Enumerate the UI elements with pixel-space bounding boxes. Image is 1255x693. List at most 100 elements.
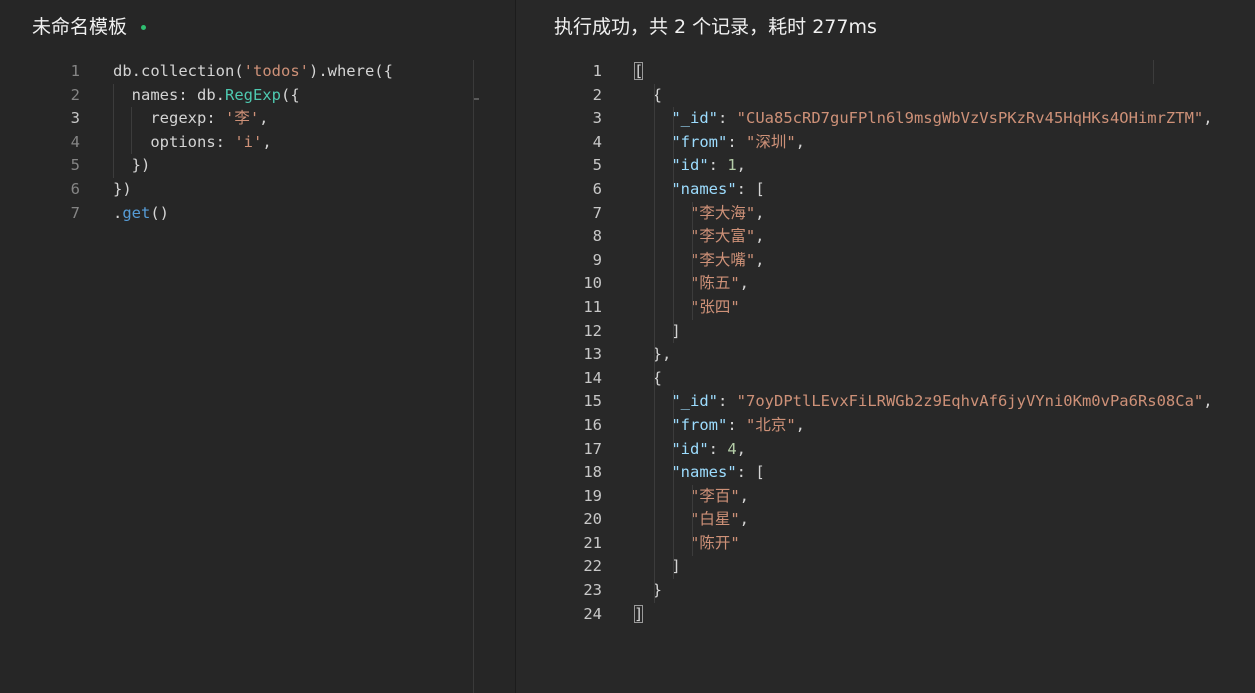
line-number: 4 (70, 132, 80, 151)
line-number: 12 (583, 321, 602, 340)
line-number: 1 (592, 62, 602, 80)
line-number: 1 (70, 62, 80, 80)
code-line: 11 "张四" (516, 296, 1255, 320)
line-number: 5 (70, 156, 80, 175)
code-line: 6}) (0, 178, 515, 202)
code-token: : (727, 415, 746, 434)
code-line: 22 ] (516, 555, 1255, 579)
indent-guide (692, 484, 693, 556)
code-token: }, (634, 345, 672, 364)
code-token: "_id" (671, 109, 718, 128)
code-line: 20 "白星", (516, 508, 1255, 532)
line-number: 20 (583, 510, 602, 529)
code-token: , (736, 439, 747, 458)
line-number: 15 (583, 392, 602, 411)
result-viewer[interactable]: 1[2 {3 "_id": "CUa85cRD7guFPln6l9msgWbVz… (516, 60, 1255, 693)
code-token: , (739, 510, 750, 529)
result-header: 执行成功，共 2 个记录，耗时 277ms (554, 12, 877, 39)
app-window: 未命名模板 1 db.collection('todos').where({ 2 n… (0, 0, 1255, 693)
code-line: 9 "李大嘴", (516, 249, 1255, 273)
code-token: : (718, 109, 737, 128)
code-token: "names" (671, 179, 737, 198)
code-token: 1 (727, 156, 737, 175)
code-line: 19 "李百", (516, 485, 1255, 509)
line-code: { (634, 367, 662, 391)
code-line: 7 "李大海", (516, 202, 1255, 226)
code-token: : [ (736, 463, 765, 482)
template-title[interactable]: 未命名模板 (32, 12, 127, 39)
line-number: 6 (70, 179, 80, 198)
code-editor[interactable]: 1 db.collection('todos').where({ 2 names: … (0, 60, 515, 693)
line-code: "张四" (634, 296, 740, 320)
code-line: 12 ] (516, 320, 1255, 344)
code-line: 1[ (516, 60, 1255, 84)
code-token: "李百" (690, 486, 740, 505)
code-line: 23 } (516, 579, 1255, 603)
code-line: 1 db.collection('todos').where({ (0, 60, 515, 84)
code-token: "白星" (690, 510, 740, 529)
code-token: 'todos' (243, 62, 309, 80)
code-token: "from" (671, 415, 728, 434)
line-number: 4 (592, 132, 602, 151)
line-number: 7 (592, 203, 602, 222)
code-line: 8 "李大富", (516, 225, 1255, 249)
line-number: 16 (583, 415, 602, 434)
code-token: "北京" (746, 415, 796, 434)
line-code: "_id": "7oyDPtlLEvxFiLRWGb2z9EqhvAf6jyVY… (634, 390, 1213, 414)
line-code: "from": "深圳", (634, 131, 805, 155)
line-code: }) (113, 178, 132, 202)
code-line: 4 options: 'i', (0, 131, 515, 155)
line-number: 17 (583, 439, 602, 458)
code-token: , (1203, 392, 1213, 411)
line-number: 2 (592, 85, 602, 104)
line-number: 2 (70, 85, 80, 104)
code-token: , (795, 415, 806, 434)
line-number: 14 (583, 368, 602, 387)
code-line: 16 "from": "北京", (516, 414, 1255, 438)
code-token: ).where({ (308, 62, 393, 80)
scrollbar-marker (474, 98, 479, 100)
code-line: 4 "from": "深圳", (516, 131, 1255, 155)
code-line: 5 "id": 1, (516, 154, 1255, 178)
code-token: , (739, 486, 750, 505)
code-token: . (113, 203, 123, 222)
indent-guide-spacer (1153, 60, 1154, 84)
line-number: 5 (592, 156, 602, 175)
line-code: names: db.RegExp({ (113, 84, 300, 108)
code-token: , (795, 132, 806, 151)
editor-scrollbar[interactable] (473, 60, 474, 693)
editor-header: 未命名模板 (32, 12, 147, 39)
code-token: , (755, 203, 765, 222)
code-token: get (122, 203, 151, 222)
code-line: 24] (516, 603, 1255, 627)
code-token: { (634, 368, 662, 387)
line-number: 18 (583, 463, 602, 482)
code-token: "李大嘴" (690, 250, 756, 269)
code-token: "陈开" (690, 533, 740, 552)
line-code: }, (634, 343, 672, 367)
line-number: 8 (592, 227, 602, 246)
code-token: 'i' (234, 132, 263, 151)
code-token: { (634, 85, 662, 104)
code-token: "7oyDPtlLEvxFiLRWGb2z9EqhvAf6jyVYni0Km0v… (736, 392, 1204, 411)
code-line: 3 regexp: '李', (0, 107, 515, 131)
indent-guide (131, 107, 132, 155)
code-line: 6 "names": [ (516, 178, 1255, 202)
code-token: "李大富" (690, 227, 756, 246)
indent-guide (113, 83, 114, 178)
line-number: 13 (583, 345, 602, 364)
code-token: ({ (280, 85, 300, 104)
result-pane: 执行成功，共 2 个记录，耗时 277ms 1[2 {3 "_id": "CUa… (516, 0, 1255, 693)
line-code: db.collection('todos').where({ (113, 60, 393, 84)
code-token: "id" (671, 156, 709, 175)
code-token: "id" (671, 439, 709, 458)
code-token: "陈五" (690, 274, 740, 293)
